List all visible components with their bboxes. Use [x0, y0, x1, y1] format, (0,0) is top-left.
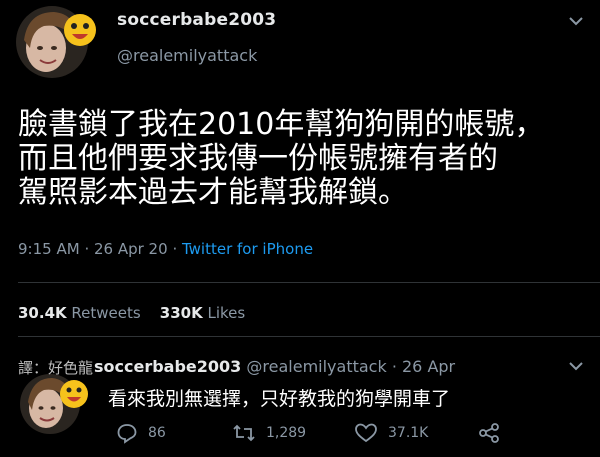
divider — [18, 282, 600, 283]
tweet-text: 臉書鎖了我在2010年幫狗狗開的帳號， 而且他們要求我傳一份帳號擁有者的 駕照影… — [18, 108, 598, 210]
chevron-down-icon[interactable] — [568, 12, 584, 26]
share-button[interactable] — [478, 420, 500, 446]
tweet-line: 駕照影本過去才能幫我解鎖。 — [18, 175, 408, 210]
translator-credit: 譯：好色龍 — [18, 359, 94, 377]
tweet-stats: 30.4K Retweets 330K Likes — [18, 304, 245, 322]
avatar[interactable] — [10, 4, 100, 80]
reply-action-bar: 86 1,289 37.1K — [116, 420, 596, 446]
reply-icon — [116, 422, 138, 444]
share-icon — [478, 422, 500, 444]
retweet-icon — [232, 422, 256, 444]
reply-handle[interactable]: @realemilyattack — [246, 357, 386, 376]
reply-count: 86 — [148, 425, 166, 441]
reply-display-name[interactable]: soccerbabe2003 — [94, 357, 241, 376]
display-name[interactable]: soccerbabe2003 — [117, 10, 276, 30]
retweet-button[interactable]: 1,289 — [232, 420, 306, 446]
user-handle[interactable]: @realemilyattack — [117, 46, 257, 65]
tweet-source-link[interactable]: Twitter for iPhone — [182, 240, 313, 258]
chevron-down-icon[interactable] — [568, 357, 584, 371]
tweet-meta: 9:15 AM · 26 Apr 20 · Twitter for iPhone — [18, 240, 314, 258]
reply-text: 看來我別無選擇，只好教我的狗學開車了 — [108, 388, 451, 410]
heart-icon — [354, 422, 378, 444]
reply-avatar[interactable] — [12, 368, 104, 438]
tweet-line: 臉書鎖了我在2010年幫狗狗開的帳號， — [18, 107, 545, 142]
reply-date[interactable]: 26 Apr — [402, 357, 455, 376]
retweet-count: 1,289 — [266, 425, 307, 441]
tweet-time[interactable]: 9:15 AM — [18, 240, 80, 258]
retweets-stat[interactable]: 30.4K Retweets — [18, 304, 141, 322]
like-button[interactable]: 37.1K — [354, 420, 428, 446]
reply-button[interactable]: 86 — [116, 420, 166, 446]
reply-header: soccerbabe2003 @realemilyattack · 26 Apr — [94, 357, 456, 376]
likes-stat[interactable]: 330K Likes — [160, 304, 245, 322]
like-count: 37.1K — [388, 425, 429, 441]
tweet-line: 而且他們要求我傳一份帳號擁有者的 — [18, 141, 498, 176]
divider — [18, 336, 600, 337]
tweet-date[interactable]: 26 Apr 20 — [94, 240, 168, 258]
